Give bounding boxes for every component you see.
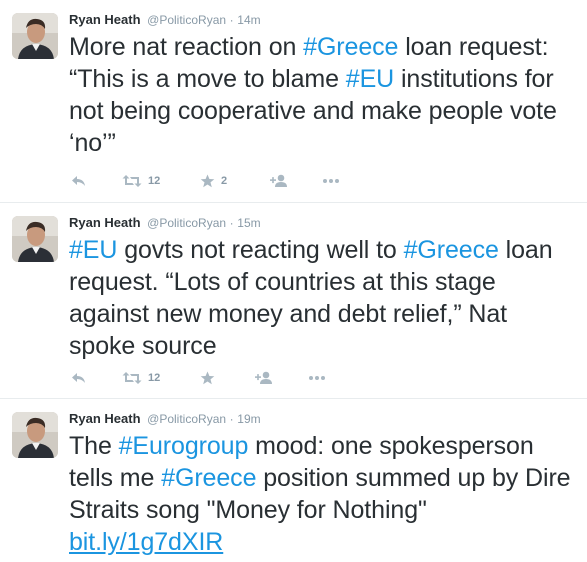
tweet-text: More nat reaction on #Greece loan reques…: [69, 31, 574, 159]
text-segment: More nat reaction on: [69, 33, 304, 61]
short-url-link[interactable]: bit.ly/1g7dXIR: [69, 528, 223, 556]
author-handle[interactable]: @PoliticoRyan: [147, 216, 226, 230]
author-name[interactable]: Ryan Heath: [69, 12, 141, 27]
avatar-image: [12, 216, 58, 262]
author-handle[interactable]: @PoliticoRyan: [147, 13, 226, 27]
star-icon: [200, 174, 215, 188]
tweet-actions: 12: [69, 369, 369, 387]
retweet-button[interactable]: 12: [122, 172, 160, 190]
favorite-count: 2: [221, 175, 228, 187]
reply-button[interactable]: [71, 369, 87, 387]
timestamp[interactable]: 14m: [237, 13, 260, 27]
tweet[interactable]: Ryan Heath @PoliticoRyan · 14m More nat …: [0, 0, 587, 203]
avatar-image: [12, 412, 58, 458]
text-segment: govts not reacting well to: [117, 236, 404, 264]
timestamp[interactable]: 19m: [237, 412, 260, 426]
tweet-text: #EU govts not reacting well to #Greece l…: [69, 234, 574, 362]
hashtag-link[interactable]: #EU: [69, 236, 117, 264]
separator: ·: [229, 216, 234, 230]
follow-icon: [255, 371, 272, 384]
retweet-icon: [122, 372, 142, 384]
hashtag-link[interactable]: #Greece: [303, 33, 398, 61]
hashtag-link[interactable]: #EU: [346, 65, 394, 93]
retweet-count: 12: [148, 175, 161, 187]
hashtag-link[interactable]: #Eurogroup: [119, 432, 249, 460]
separator: ·: [229, 13, 234, 27]
avatar[interactable]: [12, 13, 58, 59]
tweet[interactable]: Ryan Heath @PoliticoRyan · 15m #EU govts…: [0, 203, 587, 399]
separator: ·: [229, 412, 234, 426]
timestamp[interactable]: 15m: [237, 216, 260, 230]
retweet-icon: [122, 175, 142, 187]
avatar[interactable]: [12, 412, 58, 458]
hashtag-link[interactable]: #Greece: [161, 464, 256, 492]
author-name[interactable]: Ryan Heath: [69, 215, 141, 230]
tweet-header: Ryan Heath @PoliticoRyan · 15m: [69, 215, 261, 231]
favorite-button[interactable]: [200, 369, 221, 387]
follow-button[interactable]: [270, 172, 288, 190]
more-button[interactable]: [322, 172, 340, 190]
more-button[interactable]: [308, 369, 326, 387]
reply-button[interactable]: [71, 172, 87, 190]
reply-icon: [72, 176, 85, 186]
text-segment: The: [69, 432, 119, 460]
tweet-header: Ryan Heath @PoliticoRyan · 19m: [69, 411, 261, 427]
reply-icon: [72, 373, 85, 383]
more-icon: [323, 179, 339, 183]
tweet[interactable]: Ryan Heath @PoliticoRyan · 19m The #Euro…: [0, 399, 587, 562]
star-icon: [200, 371, 215, 385]
avatar[interactable]: [12, 216, 58, 262]
tweet-text: The #Eurogroup mood: one spokesperson te…: [69, 430, 574, 558]
follow-icon: [270, 174, 287, 187]
tweet-actions: 12 2: [69, 172, 369, 190]
tweet-header: Ryan Heath @PoliticoRyan · 14m: [69, 12, 261, 28]
hashtag-link[interactable]: #Greece: [404, 236, 499, 264]
retweet-button[interactable]: 12: [122, 369, 160, 387]
more-icon: [309, 376, 325, 380]
author-handle[interactable]: @PoliticoRyan: [147, 412, 226, 426]
favorite-button[interactable]: 2: [200, 172, 227, 190]
avatar-image: [12, 13, 58, 59]
author-name[interactable]: Ryan Heath: [69, 411, 141, 426]
retweet-count: 12: [148, 372, 161, 384]
follow-button[interactable]: [255, 369, 273, 387]
